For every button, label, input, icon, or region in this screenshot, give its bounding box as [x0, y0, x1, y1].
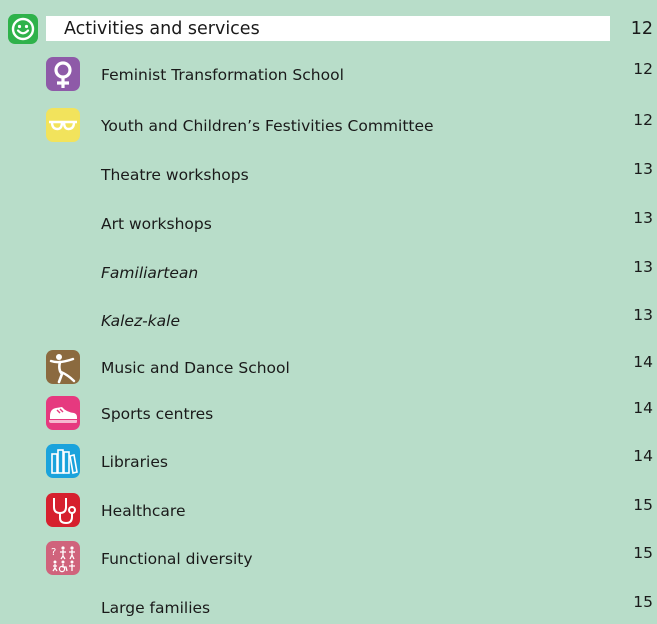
svg-text:?: ?: [51, 547, 56, 558]
toc-entry-feminist-transformation-school[interactable]: Feminist Transformation School 12: [0, 57, 657, 91]
toc-entry-sports-centres[interactable]: Sports centres 14: [0, 396, 657, 430]
entry-title: Music and Dance School: [101, 359, 290, 377]
smiley-icon: [8, 14, 38, 44]
toc-entry-theatre-workshops[interactable]: Theatre workshops 13: [0, 157, 657, 191]
entry-page-number: 13: [633, 258, 653, 276]
books-icon: [46, 444, 80, 478]
entry-title: Large families: [101, 599, 211, 617]
entry-page-number: 14: [633, 399, 653, 417]
entry-title: Feminist Transformation School: [101, 66, 344, 84]
glasses-icon: [46, 108, 80, 142]
toc-entry-libraries[interactable]: Libraries 14: [0, 444, 657, 478]
entry-page-number: 14: [633, 447, 653, 465]
section-page-number: 12: [630, 19, 653, 39]
toc-entry-healthcare[interactable]: Healthcare 15: [0, 493, 657, 527]
toc-entry-youth-festivities-committee[interactable]: Youth and Children’s Festivities Committ…: [0, 108, 657, 142]
entry-page-number: 13: [633, 306, 653, 324]
entry-title: Healthcare: [101, 502, 186, 520]
entry-title: Kalez-kale: [101, 312, 180, 330]
section-title[interactable]: Activities and services: [64, 17, 260, 41]
dancer-icon: [46, 350, 80, 384]
entry-page-number: 15: [633, 496, 653, 514]
entry-page-number: 14: [633, 353, 653, 371]
accessibility-icon: ?: [46, 541, 80, 575]
venus-icon: [46, 57, 80, 91]
entry-title: Youth and Children’s Festivities Committ…: [101, 117, 434, 135]
entry-title: Sports centres: [101, 405, 214, 423]
toc-entry-kalez-kale[interactable]: Kalez-kale 13: [0, 303, 657, 337]
stethoscope-icon: [46, 493, 80, 527]
entry-title: Art workshops: [101, 215, 212, 233]
entry-page-number: 12: [633, 60, 653, 78]
toc-entry-music-and-dance-school[interactable]: Music and Dance School 14: [0, 350, 657, 384]
entry-page-number: 15: [633, 593, 653, 611]
entry-page-number: 12: [633, 111, 653, 129]
entry-page-number: 13: [633, 160, 653, 178]
sneaker-icon: [46, 396, 80, 430]
section-header: Activities and services 12: [0, 14, 657, 44]
toc-entry-familiartean[interactable]: Familiartean 13: [0, 255, 657, 289]
toc-entry-art-workshops[interactable]: Art workshops 13: [0, 206, 657, 240]
toc-entry-large-families[interactable]: Large families 15: [0, 590, 657, 624]
toc-entry-functional-diversity[interactable]: ? Functional diversity 15: [0, 541, 657, 575]
entry-title: Functional diversity: [101, 550, 253, 568]
entry-page-number: 13: [633, 209, 653, 227]
entry-page-number: 15: [633, 544, 653, 562]
entry-title: Familiartean: [101, 264, 199, 282]
entry-title: Theatre workshops: [101, 166, 249, 184]
entry-title: Libraries: [101, 453, 168, 471]
